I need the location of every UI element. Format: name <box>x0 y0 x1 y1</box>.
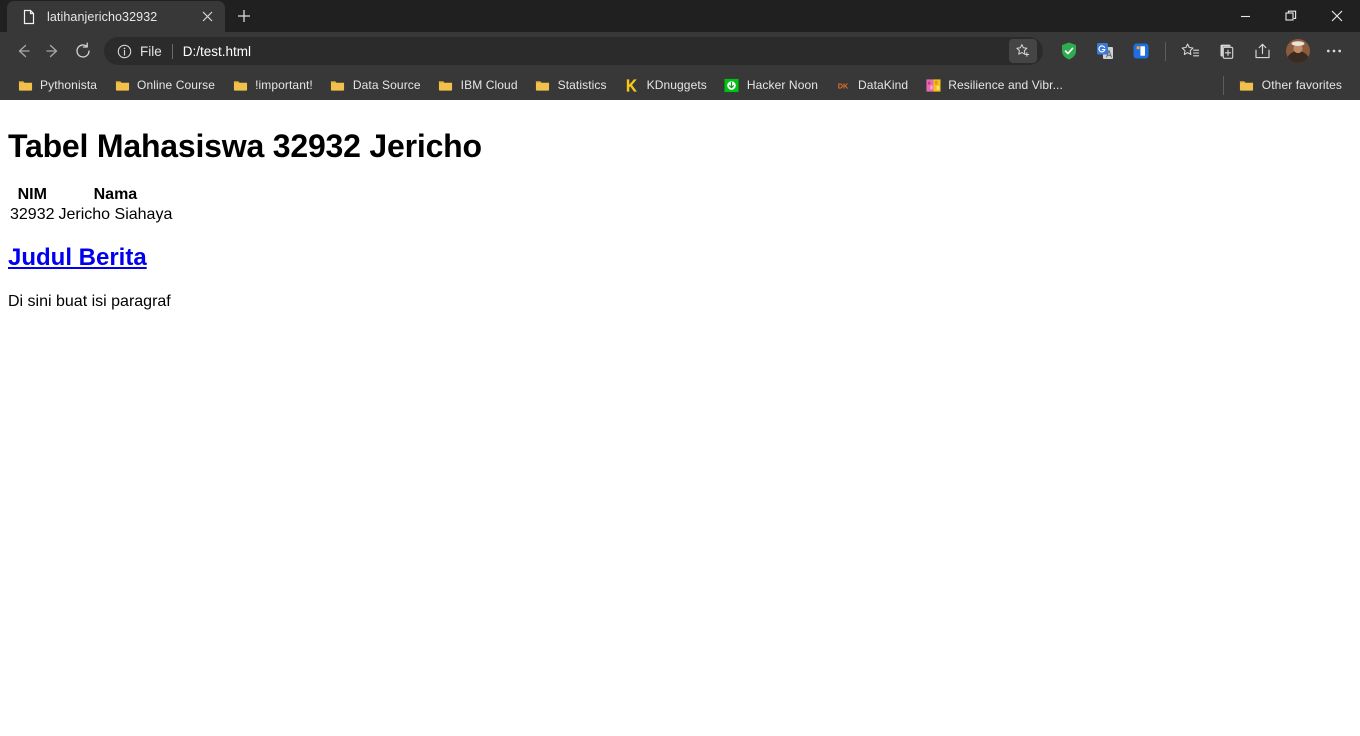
address-separator <box>171 43 173 59</box>
google-translate-icon[interactable] <box>1090 36 1120 66</box>
other-favorites-group: Other favorites <box>1222 73 1352 97</box>
forward-icon[interactable] <box>38 36 68 66</box>
minimize-button[interactable] <box>1222 0 1268 32</box>
kdnuggets-icon <box>624 77 640 93</box>
bookmark-item[interactable]: Pythonista <box>10 73 104 97</box>
bookmark-item[interactable]: Data Source <box>323 73 428 97</box>
new-tab-button[interactable] <box>230 2 258 30</box>
folder-icon <box>330 77 346 93</box>
folder-icon <box>438 77 454 93</box>
bookmark-item[interactable]: Online Course <box>107 73 222 97</box>
tab-strip: latihanjericho32932 <box>0 0 1360 32</box>
bookmark-item[interactable]: KDnuggets <box>617 73 714 97</box>
students-table: NIM Nama 32932 Jericho Siahaya <box>8 185 174 225</box>
adblock-shield-icon[interactable] <box>1054 36 1084 66</box>
bookmark-item[interactable]: Statistics <box>528 73 614 97</box>
column-header-nim: NIM <box>17 186 47 204</box>
close-icon[interactable] <box>197 7 217 27</box>
avatar[interactable] <box>1286 39 1310 63</box>
share-icon[interactable] <box>1247 36 1277 66</box>
close-button[interactable] <box>1314 0 1360 32</box>
toolbar-divider <box>1165 41 1166 61</box>
blue-extension-icon[interactable] <box>1126 36 1156 66</box>
other-favorites-button[interactable]: Other favorites <box>1232 73 1349 97</box>
restore-button[interactable] <box>1268 0 1314 32</box>
bookmark-label: DataKind <box>858 78 909 92</box>
other-favorites-label: Other favorites <box>1261 78 1342 92</box>
bookmarks-divider <box>1222 75 1224 95</box>
news-link[interactable]: Judul Berita <box>8 244 147 271</box>
address-url-text[interactable]: D:/test.html <box>183 44 1009 59</box>
page-content: Tabel Mahasiswa 32932 Jericho NIM Nama 3… <box>0 100 1360 335</box>
bookmark-label: IBM Cloud <box>460 78 518 92</box>
bookmark-label: Pythonista <box>40 78 98 92</box>
bookmark-label: Resilience and Vibr... <box>948 78 1063 92</box>
bookmark-label: Data Source <box>352 78 421 92</box>
tab-title: latihanjericho32932 <box>47 9 158 24</box>
folder-icon <box>17 77 33 93</box>
folder-icon <box>232 77 248 93</box>
settings-menu-icon[interactable] <box>1319 36 1349 66</box>
favorites-icon[interactable] <box>1175 36 1205 66</box>
cell-nim: 32932 <box>10 206 55 224</box>
window-controls <box>1222 0 1360 32</box>
address-scheme-label: File <box>140 43 162 59</box>
add-favorite-icon[interactable] <box>1009 39 1037 63</box>
bookmark-label: KDnuggets <box>646 78 707 92</box>
page-viewport: Tabel Mahasiswa 32932 Jericho NIM Nama 3… <box>0 100 1360 736</box>
column-header-nama: Nama <box>93 186 138 204</box>
table-row: 32932 Jericho Siahaya <box>8 205 174 225</box>
svg-text:DK: DK <box>838 81 849 90</box>
resilience-icon <box>925 77 941 93</box>
browser-toolbar: File D:/test.html <box>0 32 1360 70</box>
collections-icon[interactable] <box>1211 36 1241 66</box>
bookmark-label: Online Course <box>137 78 216 92</box>
bookmark-item[interactable]: !important! <box>225 73 320 97</box>
table-body: 32932 Jericho Siahaya <box>8 205 174 225</box>
bookmark-label: !important! <box>255 78 313 92</box>
folder-icon <box>1239 77 1255 93</box>
page-title: Tabel Mahasiswa 32932 Jericho <box>8 128 482 164</box>
bookmark-item[interactable]: DK DataKind <box>828 73 915 97</box>
bookmark-label: Hacker Noon <box>746 78 819 92</box>
info-circle-icon[interactable] <box>116 43 133 60</box>
bookmark-label: Statistics <box>557 78 607 92</box>
news-heading: Judul Berita <box>8 244 1352 271</box>
news-paragraph: Di sini buat isi paragraf <box>8 292 171 310</box>
datakind-icon: DK <box>835 77 851 93</box>
address-bar[interactable]: File D:/test.html <box>104 37 1043 65</box>
browser-tab[interactable]: latihanjericho32932 <box>7 1 225 32</box>
browser-window: latihanjericho32932 File D:/test.html Py… <box>0 0 1360 736</box>
hackernoon-icon <box>724 77 740 93</box>
bookmarks-bar: Pythonista Online Course !important! Dat… <box>0 70 1360 100</box>
back-icon[interactable] <box>8 36 38 66</box>
bookmark-item[interactable]: Hacker Noon <box>717 73 825 97</box>
table-header-row: NIM Nama <box>8 185 174 205</box>
bookmark-item[interactable]: IBM Cloud <box>431 73 525 97</box>
folder-icon <box>535 77 551 93</box>
reload-icon[interactable] <box>68 36 98 66</box>
cell-nama: Jericho Siahaya <box>58 206 173 224</box>
page-icon <box>21 9 37 25</box>
bookmark-item[interactable]: Resilience and Vibr... <box>918 73 1070 97</box>
table-head: NIM Nama <box>8 185 174 205</box>
folder-icon <box>114 77 130 93</box>
